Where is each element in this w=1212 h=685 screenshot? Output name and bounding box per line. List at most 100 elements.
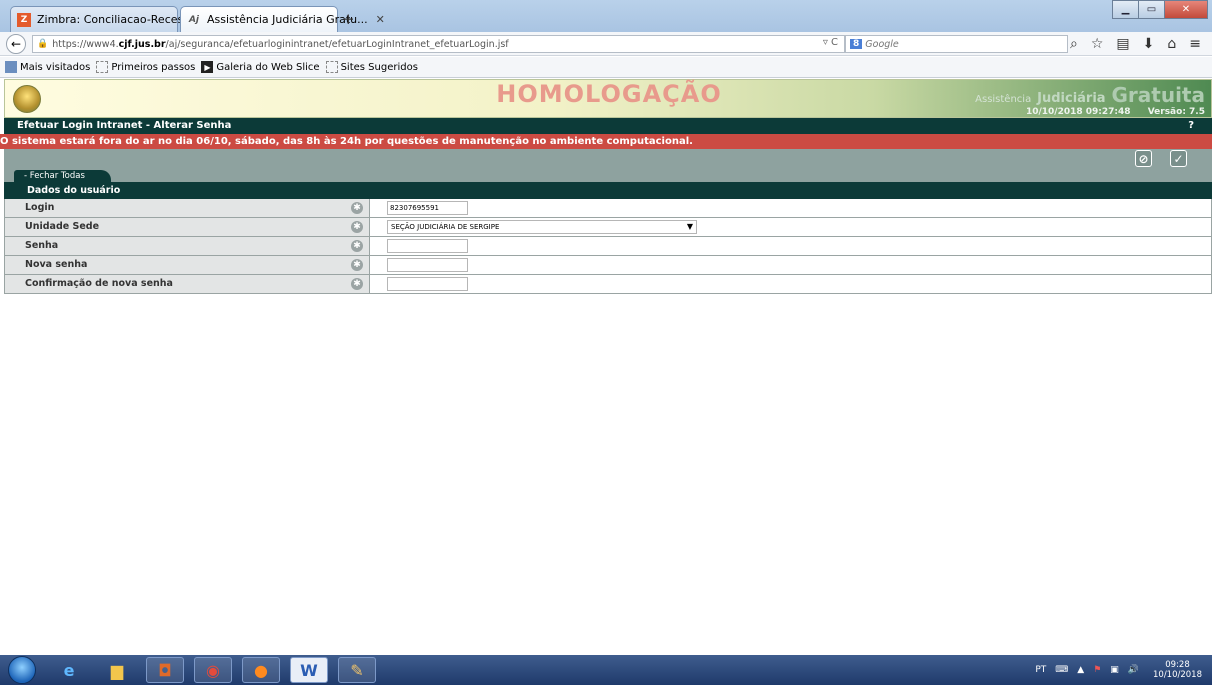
action-center-icon[interactable]: ⚑ [1093, 665, 1101, 675]
tray-expand-icon[interactable]: ▲ [1077, 665, 1084, 675]
word-icon[interactable]: W [290, 657, 328, 683]
page-icon [325, 61, 338, 73]
back-arrow-icon[interactable]: ← [6, 34, 26, 54]
required-asterisk-icon: ✱ [351, 240, 363, 252]
clock[interactable]: 09:28 10/10/2018 [1153, 660, 1202, 680]
new-password-input[interactable] [387, 258, 468, 272]
form-row-unidade-sede: Unidade Sede ✱ SEÇÃO JUDICIÁRIA DE SERGI… [4, 218, 1212, 237]
downloads-icon[interactable]: ⬇ [1143, 36, 1155, 52]
password-input[interactable] [387, 239, 468, 253]
screen: Z Zimbra: Conciliacao-Reces... ✕ Aj Assi… [0, 0, 1212, 685]
url-prefix: https://www4. [52, 38, 119, 50]
menu-icon[interactable]: ≡ [1189, 36, 1201, 52]
outlook-icon[interactable]: ◘ [146, 657, 184, 683]
search-engine-icon: 8 [850, 39, 863, 49]
firefox-icon[interactable]: ● [242, 657, 280, 683]
minimize-icon[interactable]: ▁ [1112, 0, 1138, 19]
file-explorer-icon[interactable]: ▆ [98, 657, 136, 683]
volume-icon[interactable]: 🔊 [1128, 665, 1139, 675]
tab-assistencia[interactable]: Aj Assistência Judiciária Gratu... ✕ [180, 6, 385, 32]
window-close-icon[interactable]: ✕ [1164, 0, 1208, 19]
start-button[interactable] [8, 656, 36, 684]
chrome-icon[interactable]: ◉ [194, 657, 232, 683]
help-link[interactable]: ? [1188, 118, 1194, 134]
bookmark-star-icon[interactable]: ☆ [1091, 36, 1104, 52]
login-input[interactable] [387, 201, 468, 215]
new-tab-button[interactable]: + [342, 10, 355, 28]
field-label: Senha [5, 237, 370, 255]
bookmark-label: Sites Sugeridos [340, 61, 418, 73]
bookmark-label: Mais visitados [20, 61, 91, 73]
brand-word-2: Judiciária [1037, 91, 1106, 106]
maintenance-alert: O sistema estará fora do ar no dia 06/10… [0, 134, 1212, 149]
zimbra-icon: Z [17, 13, 31, 27]
bookmarks-bar: Mais visitados Primeiros passos ▶ Galeria… [0, 57, 1212, 78]
search-placeholder: Google [865, 38, 899, 50]
chevron-down-icon: ▼ [686, 222, 693, 231]
field-label: Unidade Sede [5, 218, 370, 236]
close-all-tab[interactable]: - Fechar Todas [14, 170, 111, 182]
network-icon[interactable]: ▣ [1110, 665, 1119, 675]
keyboard-icon[interactable]: ⌨ [1055, 665, 1068, 675]
confirm-button[interactable]: ✓ [1170, 150, 1187, 167]
bookmark-primeiros-passos[interactable]: Primeiros passos [96, 61, 195, 73]
tab-zimbra[interactable]: Z Zimbra: Conciliacao-Reces... ✕ [10, 6, 211, 32]
bookmark-sites-sugeridos[interactable]: Sites Sugeridos [325, 61, 418, 73]
app-header: HOMOLOGAÇÃO Assistência Judiciária Gratu… [4, 79, 1212, 118]
required-asterisk-icon: ✱ [351, 202, 363, 214]
home-icon[interactable]: ⌂ [1167, 36, 1176, 52]
web-slice-icon: ▶ [201, 61, 214, 73]
required-asterisk-icon: ✱ [351, 259, 363, 271]
windows-taskbar: e ▆ ◘ ◉ ● W ✎ PT ⌨ ▲ ⚑ ▣ 🔊 09:28 10/10/2… [0, 655, 1212, 685]
window-controls: ▁ ▭ ✕ [1112, 0, 1208, 19]
brand-word-1: Assistência [975, 94, 1032, 105]
bookmarks-list-icon[interactable]: ▤ [1116, 36, 1129, 52]
required-asterisk-icon: ✱ [351, 278, 363, 290]
required-asterisk-icon: ✱ [351, 221, 363, 233]
maximize-icon[interactable]: ▭ [1138, 0, 1164, 19]
page-title: Efetuar Login Intranet - Alterar Senha [17, 120, 232, 131]
search-input[interactable]: 8 Google [845, 35, 1068, 53]
page-title-bar: Efetuar Login Intranet - Alterar Senha ? [4, 118, 1212, 134]
close-icon[interactable]: ✕ [376, 13, 385, 26]
browser-tab-bar: Z Zimbra: Conciliacao-Reces... ✕ Aj Assi… [0, 0, 1212, 32]
action-bar: ⊘ ✓ [4, 149, 1212, 168]
confirm-password-input[interactable] [387, 277, 468, 291]
version: Versão: 7.5 [1147, 107, 1205, 117]
form-row-login: Login ✱ [4, 199, 1212, 218]
bookmark-label: Primeiros passos [111, 61, 196, 73]
page-icon [96, 61, 109, 73]
selected-option: SEÇÃO JUDICIÁRIA DE SERGIPE [391, 223, 500, 231]
lock-icon: 🔒 [37, 39, 49, 49]
form-row-confirmacao: Confirmação de nova senha ✱ [4, 275, 1212, 294]
reload-icon[interactable]: ▿ C [823, 37, 838, 48]
user-data-form: Login ✱ Unidade Sede ✱ SEÇÃO JUDICIÁRIA … [4, 199, 1212, 294]
cancel-button[interactable]: ⊘ [1135, 150, 1152, 167]
unidade-sede-select[interactable]: SEÇÃO JUDICIÁRIA DE SERGIPE ▼ [387, 220, 697, 234]
url-domain: cjf.jus.br [118, 38, 166, 50]
folder-icon [5, 61, 17, 73]
internet-explorer-icon[interactable]: e [50, 657, 88, 683]
address-bar[interactable]: 🔒 https://www4. cjf.jus.br/aj/seguranca/e… [32, 35, 845, 53]
field-label: Confirmação de nova senha [5, 275, 370, 293]
language-indicator[interactable]: PT [1035, 665, 1046, 675]
clock-time: 09:28 [1165, 660, 1190, 670]
section-title: Dados do usuário [4, 182, 1212, 199]
bookmark-mais-visitados[interactable]: Mais visitados [5, 61, 90, 73]
field-label: Login [5, 199, 370, 217]
clock-date: 10/10/2018 [1153, 670, 1202, 680]
brand-word-3: Gratuita [1111, 83, 1206, 107]
field-label: Nova senha [5, 256, 370, 274]
header-info: 10/10/2018 09:27:48 Versão: 7.5 [1012, 107, 1205, 117]
aj-icon: Aj [188, 15, 200, 25]
tab-strip: - Fechar Todas [4, 168, 1212, 182]
paint-icon[interactable]: ✎ [338, 657, 376, 683]
form-row-nova-senha: Nova senha ✱ [4, 256, 1212, 275]
system-tray: PT ⌨ ▲ ⚑ ▣ 🔊 09:28 10/10/2018 [1026, 655, 1202, 685]
bookmark-web-slice[interactable]: ▶ Galeria do Web Slice [201, 61, 320, 73]
search-icon[interactable]: ⌕ [1070, 36, 1078, 52]
app-brand: Assistência Judiciária Gratuita [975, 83, 1205, 107]
tab-title: Zimbra: Conciliacao-Reces... [37, 13, 194, 26]
datetime: 10/10/2018 09:27:48 [1025, 107, 1131, 117]
url-path: /aj/seguranca/efetuarloginintranet/efetu… [165, 38, 509, 50]
